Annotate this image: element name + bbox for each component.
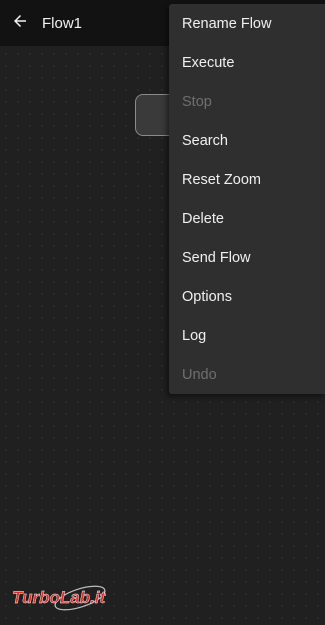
menu-item-execute[interactable]: Execute	[169, 43, 325, 82]
menu-item-undo: Undo	[182, 366, 217, 383]
svg-text:TurboLab.it: TurboLab.it	[12, 588, 107, 607]
flow-title: Flow1	[42, 14, 83, 32]
menu-item-options[interactable]: Options	[169, 277, 325, 316]
menu-item-log[interactable]: Log	[169, 316, 325, 355]
overflow-menu: Rename Flow Execute Stop Search Reset Zo…	[169, 4, 325, 394]
menu-item-stop: Stop	[182, 93, 212, 110]
menu-item-search[interactable]: Search	[169, 121, 325, 160]
menu-item-rename-flow[interactable]: Rename Flow	[169, 4, 325, 43]
arrow-left-icon	[11, 12, 29, 35]
menu-item-send-flow[interactable]: Send Flow	[169, 238, 325, 277]
flow-editor-screen: Flow1 Rename Flow Execute Stop Search Re…	[0, 0, 325, 625]
menu-item-delete[interactable]: Delete	[169, 199, 325, 238]
turbolab-watermark-logo: TurboLab.it	[10, 578, 128, 614]
back-button[interactable]	[0, 0, 40, 46]
menu-item-reset-zoom[interactable]: Reset Zoom	[169, 160, 325, 199]
